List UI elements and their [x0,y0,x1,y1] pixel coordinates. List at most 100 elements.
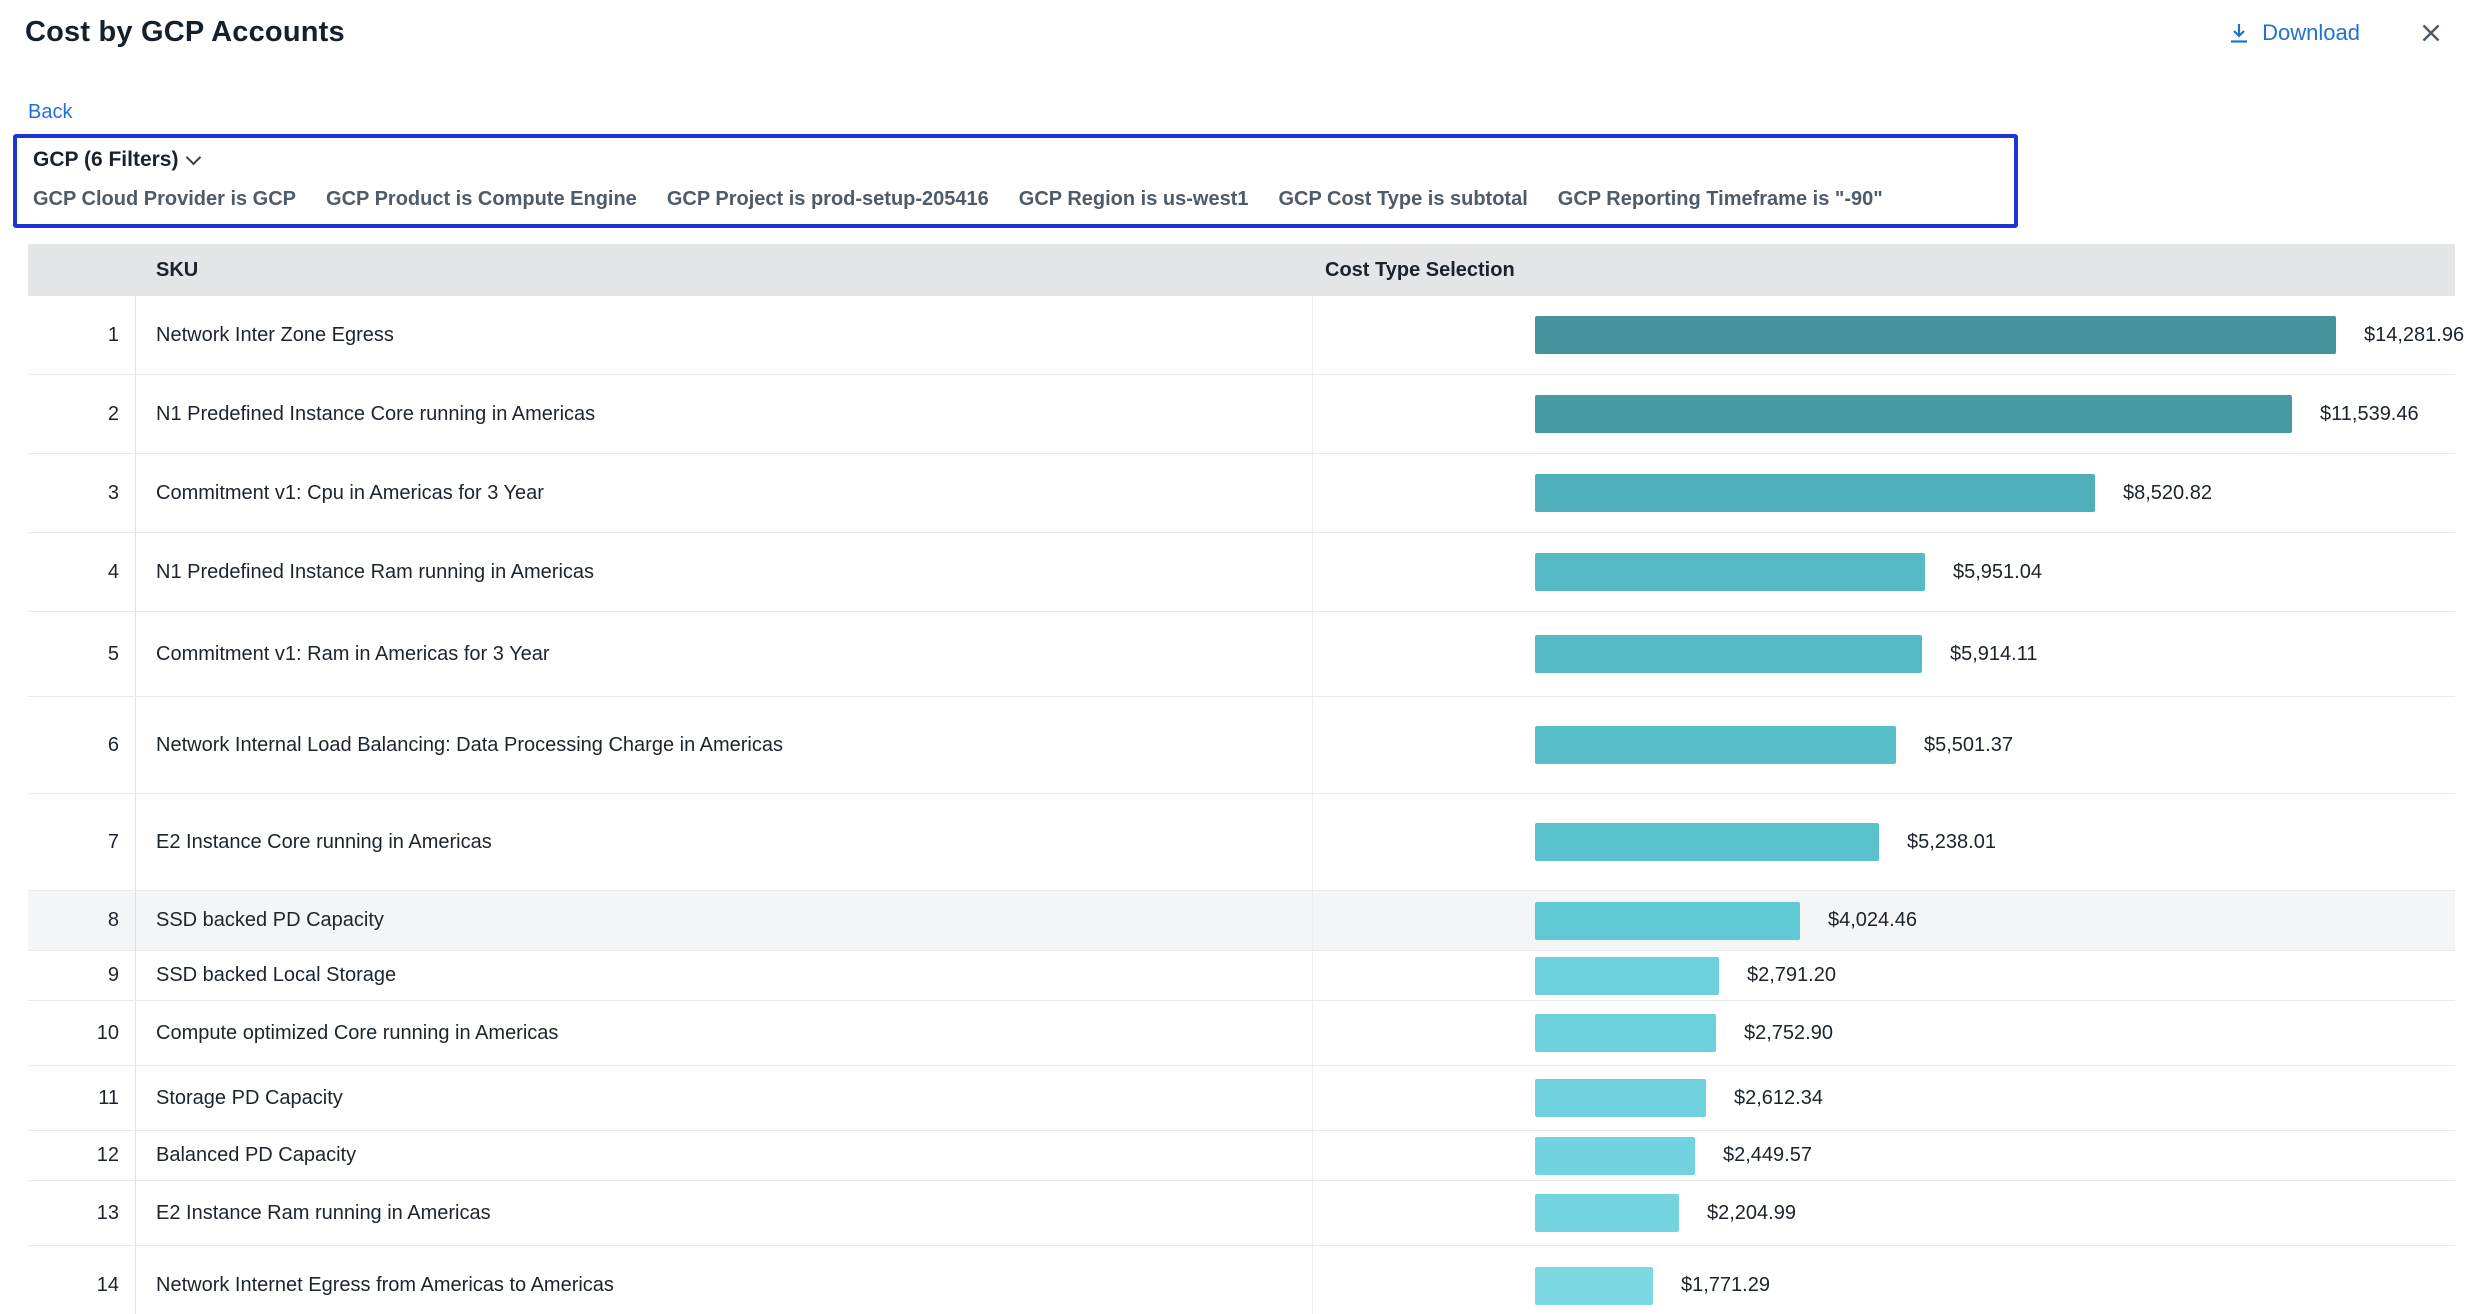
cost-value: $14,281.96 [2364,324,2464,347]
bar-cell: $2,204.99 [1313,1181,2455,1245]
filter-summary-toggle[interactable]: GCP (6 Filters) [33,148,1998,172]
cost-value: $11,539.46 [2320,403,2419,426]
sku-label: Compute optimized Core running in Americ… [136,1001,1313,1065]
download-icon [2227,21,2251,45]
table-row[interactable]: 8 SSD backed PD Capacity $4,024.46 [28,891,2455,951]
filter-chip[interactable]: GCP Reporting Timeframe is "-90" [1558,188,1883,211]
bar-cell: $5,501.37 [1313,697,2455,793]
sku-label: SSD backed Local Storage [136,951,1313,1000]
row-index: 6 [28,697,136,793]
cost-bar[interactable] [1535,316,2336,354]
bar-cell: $11,539.46 [1313,375,2455,453]
cost-bar[interactable] [1535,395,2292,433]
table-row[interactable]: 14 Network Internet Egress from Americas… [28,1246,2455,1314]
bar-cell: $5,951.04 [1313,533,2455,611]
row-index: 7 [28,794,136,890]
row-index: 14 [28,1246,136,1314]
page-title: Cost by GCP Accounts [25,16,345,49]
sku-label: N1 Predefined Instance Core running in A… [136,375,1313,453]
table-row[interactable]: 2 N1 Predefined Instance Core running in… [28,375,2455,454]
table-row[interactable]: 11 Storage PD Capacity $2,612.34 [28,1066,2455,1131]
row-index: 13 [28,1181,136,1245]
chevron-down-icon [186,149,202,165]
cost-value: $2,752.90 [1744,1022,1833,1045]
table-row[interactable]: 3 Commitment v1: Cpu in Americas for 3 Y… [28,454,2455,533]
sku-label: E2 Instance Core running in Americas [136,794,1313,890]
cost-bar[interactable] [1535,1014,1716,1052]
filter-chip[interactable]: GCP Product is Compute Engine [326,188,637,211]
row-index: 11 [28,1066,136,1130]
table-row[interactable]: 12 Balanced PD Capacity $2,449.57 [28,1131,2455,1181]
bar-cell: $4,024.46 [1313,891,2455,950]
download-button[interactable]: Download [2227,20,2360,46]
bar-cell: $1,771.29 [1313,1246,2455,1314]
filter-chip[interactable]: GCP Cloud Provider is GCP [33,188,296,211]
table-row[interactable]: 4 N1 Predefined Instance Ram running in … [28,533,2455,612]
cost-value: $4,024.46 [1828,909,1917,932]
sku-label: SSD backed PD Capacity [136,891,1313,950]
cost-bar[interactable] [1535,902,1800,940]
top-actions: Download [2227,18,2446,48]
row-index: 1 [28,296,136,374]
sku-label: N1 Predefined Instance Ram running in Am… [136,533,1313,611]
row-index: 8 [28,891,136,950]
sku-label: Balanced PD Capacity [136,1131,1313,1180]
table-row[interactable]: 9 SSD backed Local Storage $2,791.20 [28,951,2455,1001]
cost-type-selection-column-header: Cost Type Selection [1313,259,2455,282]
table-row[interactable]: 13 E2 Instance Ram running in Americas $… [28,1181,2455,1246]
cost-bar[interactable] [1535,1079,1706,1117]
cost-bar[interactable] [1535,957,1719,995]
table-row[interactable]: 7 E2 Instance Core running in Americas $… [28,794,2455,891]
row-index: 2 [28,375,136,453]
back-link[interactable]: Back [28,101,72,123]
cost-value: $2,791.20 [1747,964,1836,987]
sku-label: Network Internal Load Balancing: Data Pr… [136,697,1313,793]
table-row[interactable]: 5 Commitment v1: Ram in Americas for 3 Y… [28,612,2455,697]
sku-label: Network Internet Egress from Americas to… [136,1246,1313,1314]
cost-bar[interactable] [1535,823,1879,861]
sku-label: Storage PD Capacity [136,1066,1313,1130]
cost-bar[interactable] [1535,1194,1679,1232]
row-index: 4 [28,533,136,611]
filter-group: GCP (6 Filters) GCP Cloud Provider is GC… [13,134,2018,228]
cost-bar[interactable] [1535,635,1922,673]
cost-value: $8,520.82 [2123,482,2212,505]
cost-bar[interactable] [1535,1267,1653,1305]
bar-cell: $2,612.34 [1313,1066,2455,1130]
cost-value: $2,204.99 [1707,1202,1796,1225]
table-body: 1 Network Inter Zone Egress $14,281.96 2… [28,296,2455,1314]
cost-bar[interactable] [1535,1137,1695,1175]
filter-chip[interactable]: GCP Cost Type is subtotal [1278,188,1527,211]
table-header: SKU Cost Type Selection [28,244,2455,296]
table-row[interactable]: 6 Network Internal Load Balancing: Data … [28,697,2455,794]
cost-table: SKU Cost Type Selection 1 Network Inter … [28,244,2455,1314]
cost-value: $5,501.37 [1924,734,2013,757]
filter-items: GCP Cloud Provider is GCP GCP Product is… [33,188,1998,211]
cost-value: $5,951.04 [1953,561,2042,584]
sku-label: Network Inter Zone Egress [136,296,1313,374]
table-row[interactable]: 1 Network Inter Zone Egress $14,281.96 [28,296,2455,375]
table-row[interactable]: 10 Compute optimized Core running in Ame… [28,1001,2455,1066]
filter-chip[interactable]: GCP Region is us-west1 [1019,188,1249,211]
bar-cell: $2,449.57 [1313,1131,2455,1180]
sku-label: E2 Instance Ram running in Americas [136,1181,1313,1245]
filter-chip[interactable]: GCP Project is prod-setup-205416 [667,188,989,211]
bar-cell: $14,281.96 [1313,296,2464,374]
bar-cell: $2,791.20 [1313,951,2455,1000]
back-row: Back [0,101,2476,124]
close-button[interactable] [2416,18,2446,48]
row-index: 10 [28,1001,136,1065]
top-bar: Cost by GCP Accounts Download [0,0,2476,49]
cost-by-gcp-accounts-panel: Cost by GCP Accounts Download [0,0,2476,1314]
cost-bar[interactable] [1535,474,2095,512]
row-index: 9 [28,951,136,1000]
download-label: Download [2262,20,2360,46]
cost-bar[interactable] [1535,553,1925,591]
cost-bar[interactable] [1535,726,1896,764]
bar-cell: $5,238.01 [1313,794,2455,890]
row-index: 5 [28,612,136,696]
row-number-column-header [28,244,136,296]
row-index: 3 [28,454,136,532]
sku-column-header: SKU [136,259,1313,282]
cost-value: $2,449.57 [1723,1144,1812,1167]
